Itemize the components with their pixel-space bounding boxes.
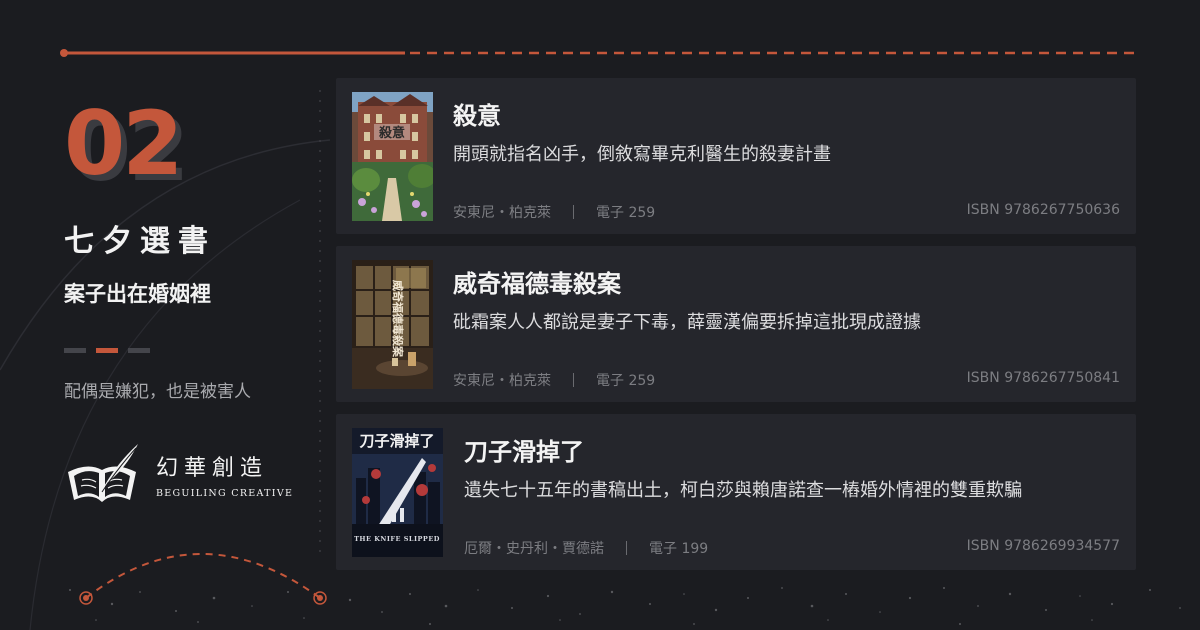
book-description: 開頭就指名凶手，倒敘寫畢克利醫生的殺妻計畫 [453,144,831,165]
publisher-name-zh: 幻華創造 [156,455,269,481]
book-author: 安東尼・柏克萊 [453,373,551,389]
knife-city-cover: 刀子滑掉了 THE KNIFE SLIPPED [352,428,443,557]
book-author: 厄爾・史丹利・賈德諾 [464,541,604,557]
book-card[interactable]: 刀子滑掉了 THE KNIFE SLIPPED 刀子滑掉了 遺失七十五年的書稿出… [336,414,1136,570]
book-author: 安東尼・柏克萊 [453,205,551,221]
open-book-feather-icon [68,444,138,502]
svg-text:殺意: 殺意 [378,125,405,141]
svg-text:威奇福德毒殺案: 威奇福德毒殺案 [391,280,405,358]
book-price: 電子 199 [649,541,709,557]
publisher-name-en: BEGUILING CREATIVE [156,487,294,499]
book-price: 電子 259 [596,373,656,389]
book-cover[interactable]: 殺意 [352,92,433,221]
divider-dash-accent [96,348,118,353]
book-title[interactable]: 威奇福德毒殺案 [453,264,621,299]
book-meta: 安東尼・柏克萊 電子 259 [453,202,655,222]
divider-dash [128,348,150,353]
meta-separator [626,541,627,555]
book-card[interactable]: 威奇福德毒殺案 威奇福德毒殺案 砒霜案人人都說是妻子下毒，薛靈漢偏要拆掉這批現成… [336,246,1136,402]
book-title[interactable]: 殺意 [453,96,501,131]
series-title: 七夕選書 [64,224,216,259]
book-promo-canvas: 02 02 七夕選書 案子出在婚姻裡 配偶是嫌犯，也是被害人 幻華創造 BEGU… [0,0,1200,630]
tagline: 配偶是嫌犯，也是被害人 [64,382,251,402]
issue-number: 02 02 [64,100,314,194]
book-cover[interactable]: 威奇福德毒殺案 [352,260,433,389]
svg-text:刀子滑掉了: 刀子滑掉了 [359,432,434,450]
issue-number-text: 02 [64,92,183,195]
cafe-window-cover: 威奇福德毒殺案 [352,260,433,389]
svg-text:THE KNIFE SLIPPED: THE KNIFE SLIPPED [354,535,440,543]
book-meta: 厄爾・史丹利・賈德諾 電子 199 [464,538,708,558]
book-card[interactable]: 殺意 殺意 開頭就指名凶手，倒敘寫畢克利醫生的殺妻計畫 安東尼・柏克萊 電子 2… [336,78,1136,234]
publisher-brand: 幻華創造 BEGUILING CREATIVE [64,442,293,506]
book-isbn: ISBN 9786267750636 [966,202,1120,218]
book-price: 電子 259 [596,205,656,221]
book-description: 砒霜案人人都說是妻子下毒，薛靈漢偏要拆掉這批現成證據 [453,312,921,333]
book-title[interactable]: 刀子滑掉了 [464,432,584,467]
meta-separator [573,205,574,219]
divider-dash [64,348,86,353]
book-description: 遺失七十五年的書稿出土，柯白莎與賴唐諾查一樁婚外情裡的雙重欺騙 [464,480,1022,501]
mansion-garden-cover: 殺意 [352,92,433,221]
issue-info: 02 02 七夕選書 案子出在婚姻裡 配偶是嫌犯，也是被害人 [64,100,314,402]
book-isbn: ISBN 9786269934577 [966,538,1120,554]
meta-separator [573,373,574,387]
book-isbn: ISBN 9786267750841 [966,370,1120,386]
series-subtitle: 案子出在婚姻裡 [64,282,211,306]
divider-dashes [64,348,314,353]
book-meta: 安東尼・柏克萊 電子 259 [453,370,655,390]
book-cover[interactable]: 刀子滑掉了 THE KNIFE SLIPPED [352,428,443,557]
